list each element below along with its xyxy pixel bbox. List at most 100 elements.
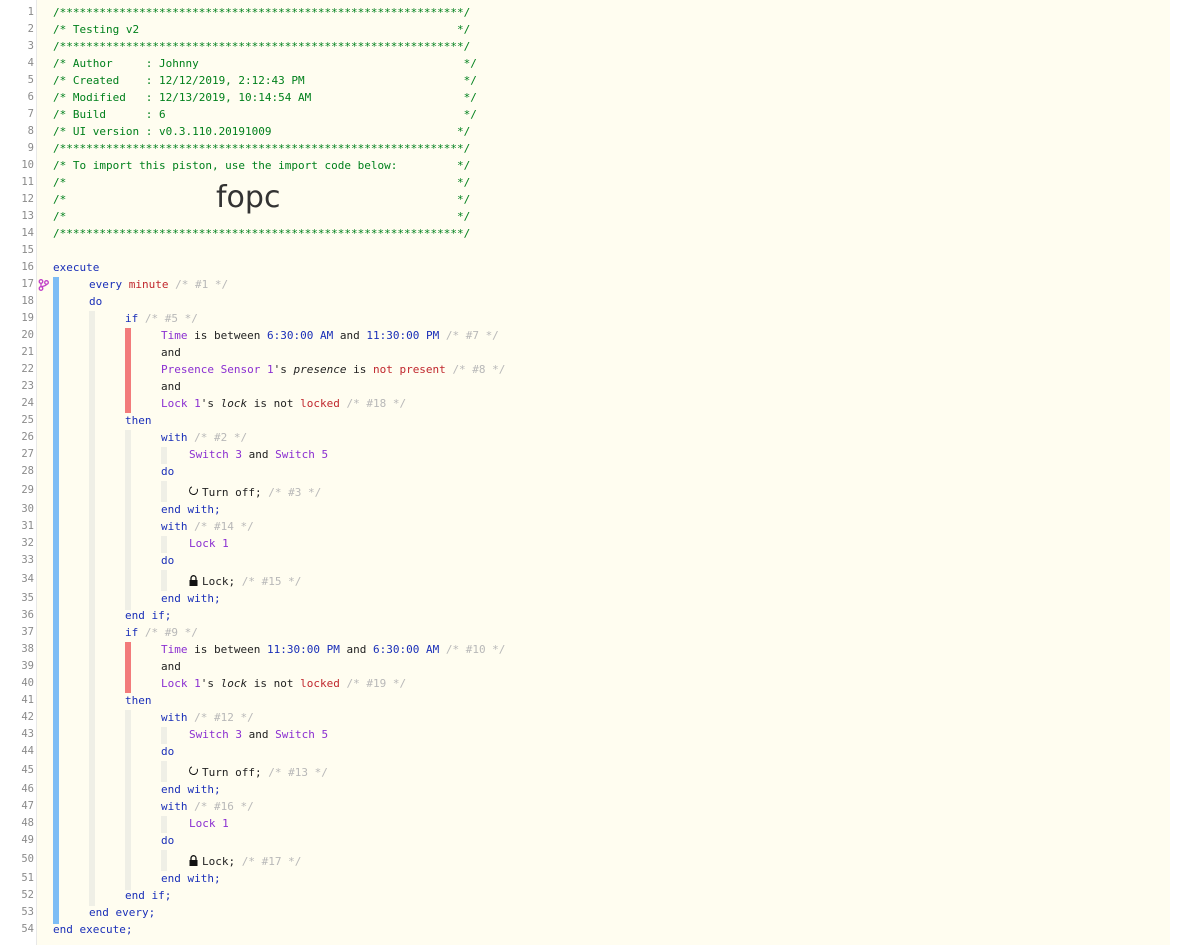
device-name[interactable]: Switch 3 — [189, 448, 242, 461]
line-number: 21 — [21, 346, 34, 358]
do-keyword[interactable]: do — [161, 834, 174, 847]
header-border: /***************************************… — [53, 142, 471, 155]
end-with-keyword[interactable]: end with; — [161, 592, 221, 605]
value-text[interactable]: locked — [300, 677, 340, 690]
execute-block-bar — [53, 277, 59, 924]
code-line: every minute /* #1 */ — [89, 276, 228, 293]
if-keyword[interactable]: if — [125, 312, 138, 325]
time-operand[interactable]: Time — [161, 643, 188, 656]
task-line[interactable]: Turn off; /* #3 */ — [187, 484, 322, 501]
condition-line[interactable]: Lock 1's lock is not locked /* #18 */ — [161, 395, 406, 412]
time-value[interactable]: 6:30:00 AM — [373, 643, 439, 656]
line-number: 19 — [21, 312, 34, 324]
line-number: 39 — [21, 660, 34, 672]
end-if-keyword[interactable]: end if; — [125, 889, 171, 902]
end-with-keyword[interactable]: end with; — [161, 783, 221, 796]
task-command[interactable]: Turn off; — [202, 766, 262, 779]
import-code[interactable]: fopc — [216, 180, 280, 216]
logic-operator[interactable]: and — [161, 378, 181, 395]
task-line[interactable]: Turn off; /* #13 */ — [187, 764, 328, 781]
device-name[interactable]: Lock 1 — [161, 677, 201, 690]
statement-id: /* #19 */ — [346, 677, 407, 690]
code-line: if /* #5 */ — [125, 310, 198, 327]
task-line[interactable]: Lock; /* #17 */ — [189, 853, 301, 870]
logic-operator[interactable]: and — [161, 344, 181, 361]
code-line: Lock 1 — [189, 815, 229, 832]
condition-line[interactable]: Lock 1's lock is not locked /* #19 */ — [161, 675, 406, 692]
line-number: 31 — [21, 520, 34, 532]
task-command[interactable]: Lock; — [202, 575, 235, 588]
statement-id: /* #9 */ — [144, 626, 198, 639]
value-text[interactable]: not present — [373, 363, 446, 376]
code-line: end if; — [125, 607, 171, 624]
line-number: 36 — [21, 609, 34, 621]
line-number: 44 — [21, 745, 34, 757]
device-name[interactable]: Switch 5 — [275, 728, 328, 741]
do-keyword[interactable]: do — [89, 295, 102, 308]
with-keyword[interactable]: with — [161, 711, 188, 724]
end-every-keyword[interactable]: end every; — [89, 906, 155, 919]
do-block-bar — [161, 570, 167, 591]
device-name[interactable]: Switch 3 — [189, 728, 242, 741]
if-keyword[interactable]: if — [125, 626, 138, 639]
power-icon — [187, 764, 200, 776]
execute-keyword[interactable]: execute — [53, 261, 99, 274]
time-value[interactable]: 6:30:00 AM — [267, 329, 333, 342]
condition-line[interactable]: Presence Sensor 1's presence is not pres… — [161, 361, 505, 378]
line-number: 20 — [21, 329, 34, 341]
statement-id: /* #17 */ — [241, 855, 302, 868]
then-keyword[interactable]: then — [125, 694, 152, 707]
minute-value[interactable]: minute — [129, 278, 169, 291]
do-keyword[interactable]: do — [161, 745, 174, 758]
every-keyword[interactable]: every — [89, 278, 122, 291]
end-with-keyword[interactable]: end with; — [161, 872, 221, 885]
code-line: with /* #16 */ — [161, 798, 254, 815]
then-keyword[interactable]: then — [125, 414, 152, 427]
header-border: /***************************************… — [53, 6, 471, 19]
statement-id: /* #15 */ — [241, 575, 302, 588]
task-line[interactable]: Lock; /* #15 */ — [189, 573, 301, 590]
line-number: 16 — [21, 261, 34, 273]
attribute-name: lock — [220, 397, 248, 410]
code-line: end every; — [89, 904, 155, 921]
condition-line[interactable]: Time is between 6:30:00 AM and 11:30:00 … — [161, 327, 499, 344]
condition-line[interactable]: Time is between 11:30:00 PM and 6:30:00 … — [161, 641, 505, 658]
line-number: 10 — [21, 159, 34, 171]
with-device-bar — [161, 536, 167, 553]
line-number: 41 — [21, 694, 34, 706]
end-if-keyword[interactable]: end if; — [125, 609, 171, 622]
device-name[interactable]: Lock 1 — [189, 817, 229, 830]
end-execute-keyword[interactable]: end execute; — [53, 923, 132, 936]
do-keyword[interactable]: do — [161, 465, 174, 478]
value-text[interactable]: locked — [300, 397, 340, 410]
device-name[interactable]: Lock 1 — [161, 397, 201, 410]
then-block-bar — [125, 710, 131, 890]
time-value[interactable]: 11:30:00 PM — [267, 643, 340, 656]
code-line: with /* #2 */ — [161, 429, 247, 446]
code-line: end with; — [161, 501, 221, 518]
device-name[interactable]: Lock 1 — [189, 537, 229, 550]
task-command[interactable]: Lock; — [202, 855, 235, 868]
branch-icon[interactable] — [38, 279, 49, 294]
with-keyword[interactable]: with — [161, 431, 188, 444]
task-command[interactable]: Turn off; — [202, 486, 262, 499]
time-operand[interactable]: Time — [161, 329, 188, 342]
logic-operator[interactable]: and — [161, 658, 181, 675]
time-value[interactable]: 11:30:00 PM — [366, 329, 439, 342]
device-name[interactable]: Switch 5 — [275, 448, 328, 461]
line-number: 48 — [21, 817, 34, 829]
operator: is between — [194, 329, 261, 342]
do-keyword[interactable]: do — [161, 554, 174, 567]
statement-id: /* #16 */ — [194, 800, 254, 813]
device-name[interactable]: Presence Sensor 1 — [161, 363, 274, 376]
statement-id: /* #3 */ — [268, 486, 322, 499]
with-keyword[interactable]: with — [161, 520, 188, 533]
condition-bar — [125, 328, 131, 413]
end-with-keyword[interactable]: end with; — [161, 503, 221, 516]
possessive: 's — [200, 677, 214, 690]
do-block-bar — [161, 761, 167, 782]
code-line: end execute; — [53, 921, 132, 938]
statement-id: /* #2 */ — [194, 431, 248, 444]
with-keyword[interactable]: with — [161, 800, 188, 813]
line-number: 33 — [21, 554, 34, 566]
